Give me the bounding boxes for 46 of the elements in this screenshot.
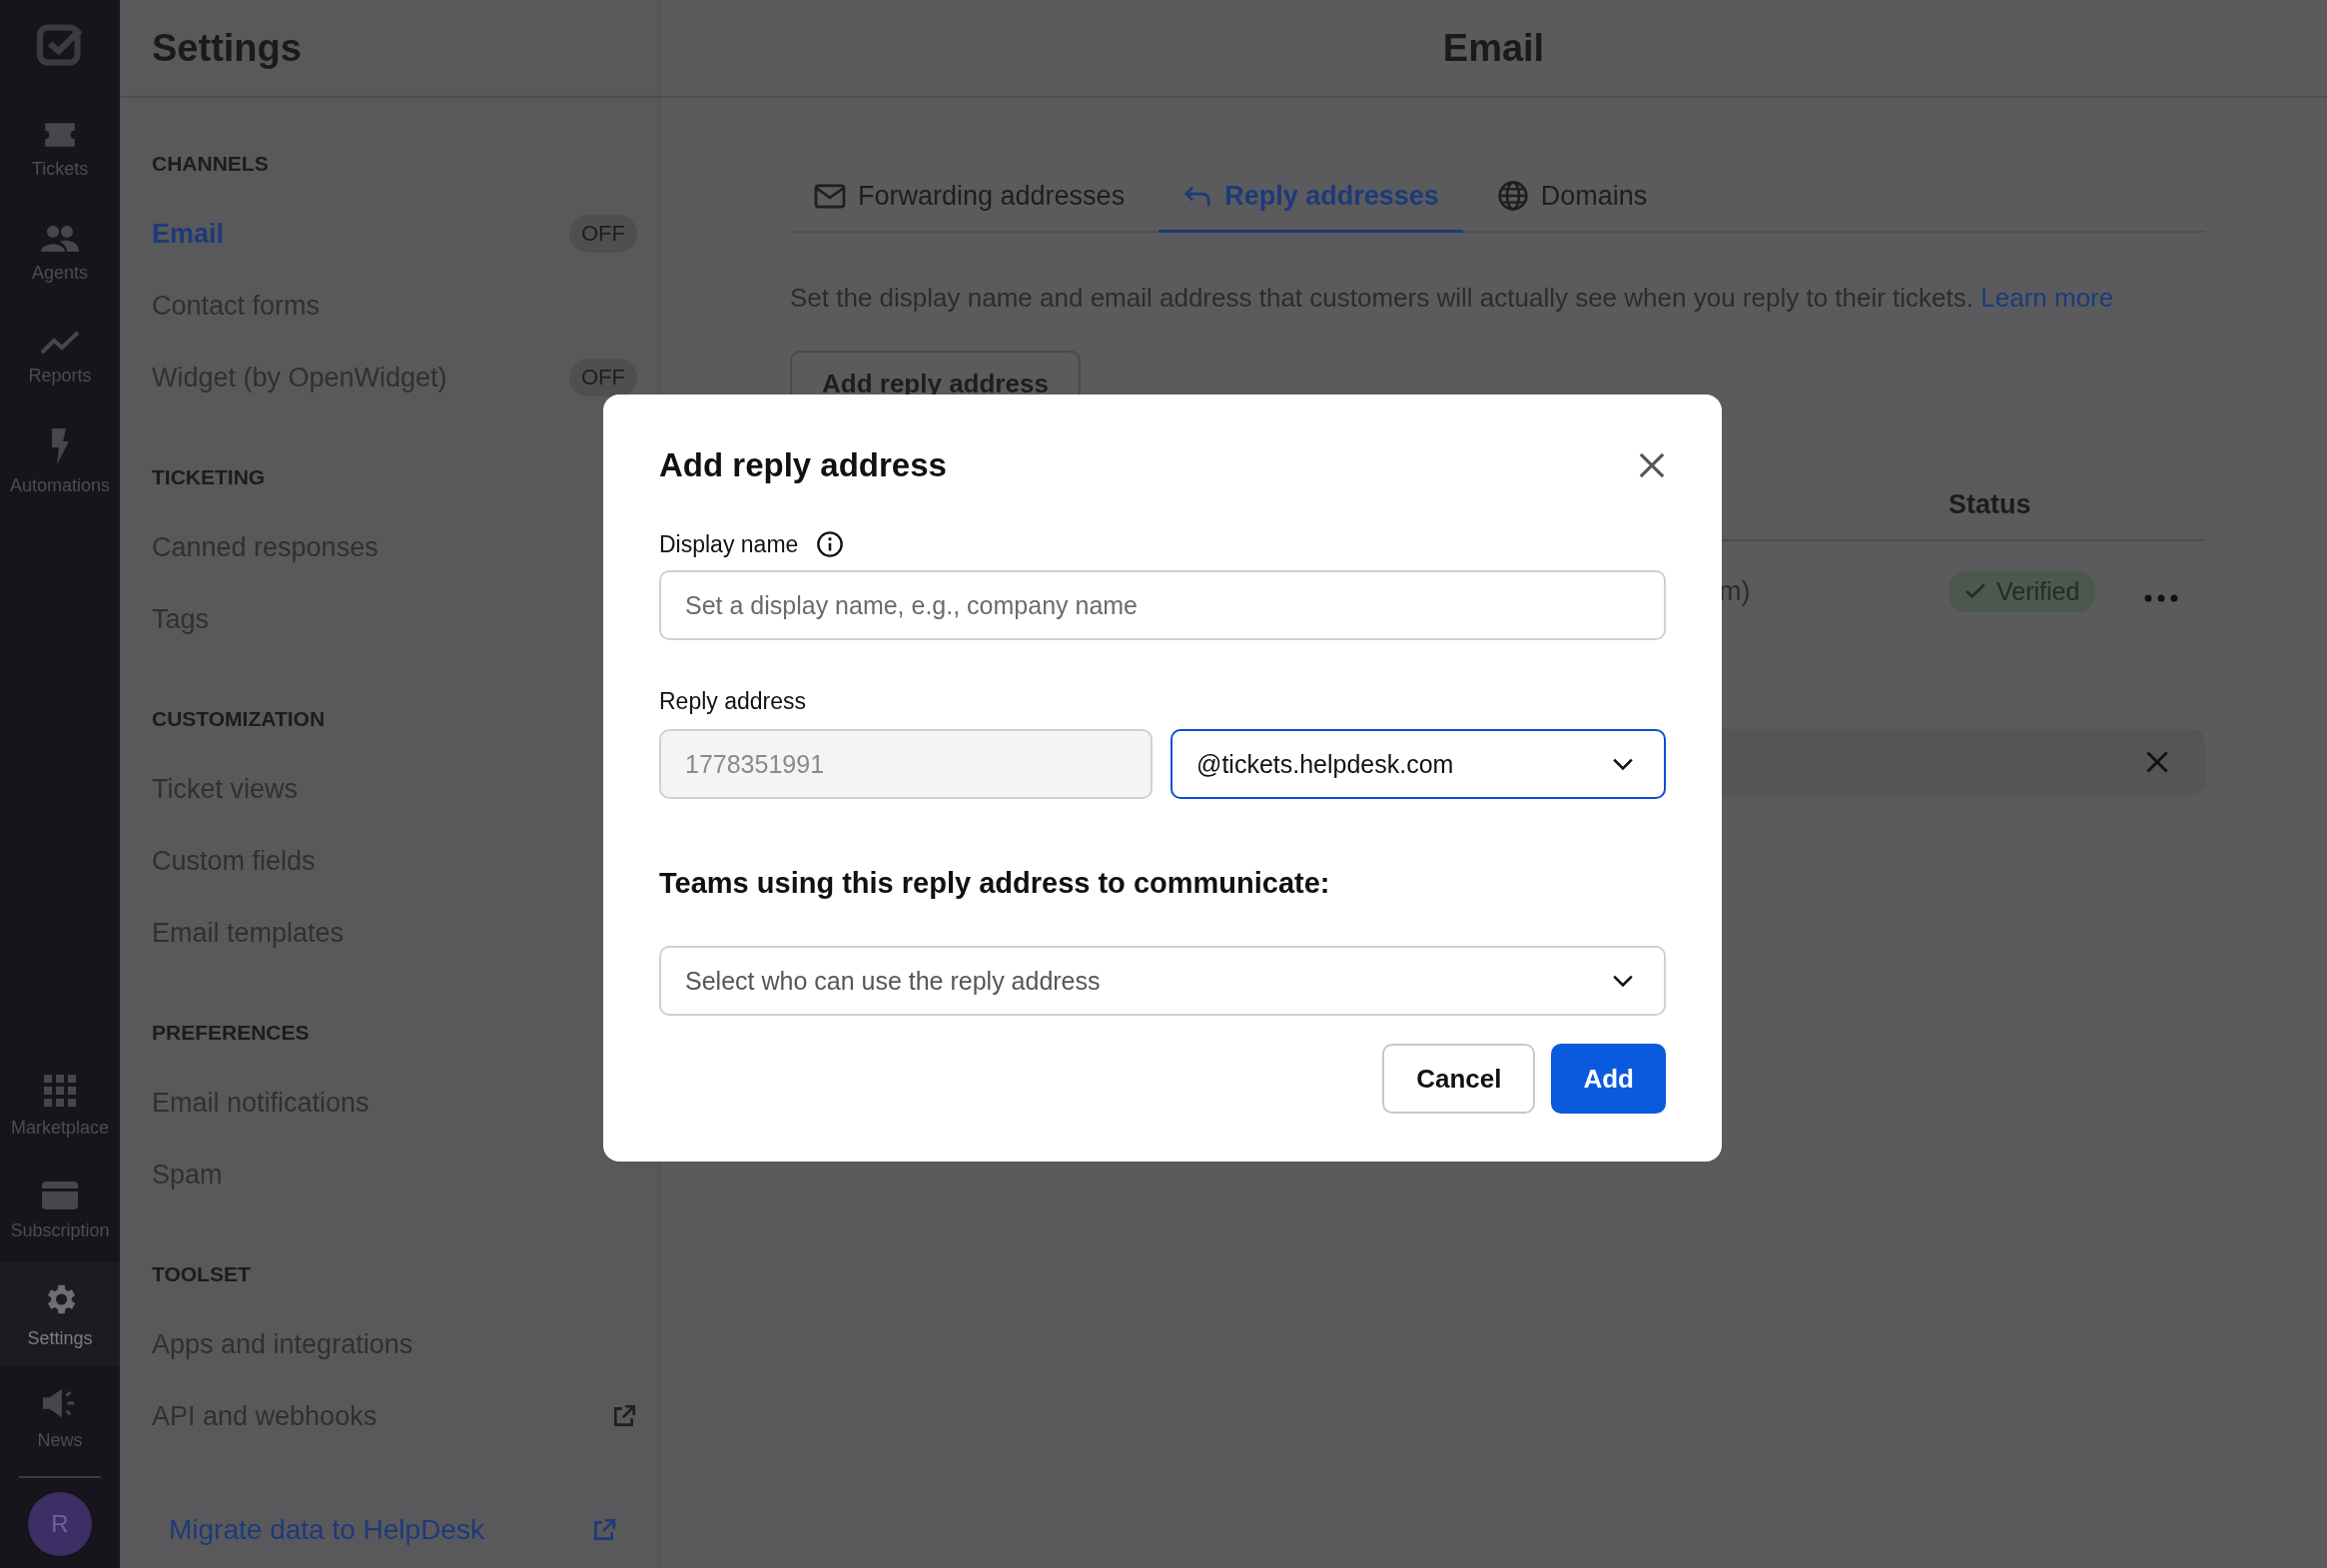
people-icon	[40, 224, 80, 253]
page-title: Email	[1442, 26, 1545, 70]
nav-item[interactable]: Subscription	[0, 1159, 120, 1262]
add-button[interactable]: Add	[1551, 1044, 1666, 1114]
tab[interactable]: Reply addresses	[1159, 168, 1463, 233]
section-heading: PREFERENCES	[152, 1020, 311, 1046]
learn-more-link[interactable]: Learn more	[1980, 283, 2114, 313]
trend-line-icon	[40, 329, 80, 356]
nav-item[interactable]: Reports	[0, 306, 120, 409]
sidebar-title: Settings	[152, 26, 302, 70]
lightning-icon	[49, 426, 71, 465]
globe-icon	[1496, 180, 1529, 212]
dialog-title: Add reply address	[659, 446, 947, 484]
cancel-button[interactable]: Cancel	[1382, 1044, 1536, 1114]
nav-item[interactable]: Settings	[0, 1262, 120, 1366]
sidebar-item[interactable]: Email	[152, 218, 225, 250]
domain-dropdown[interactable]: @tickets.helpdesk.com	[1170, 729, 1666, 799]
close-icon[interactable]	[1638, 451, 1666, 479]
section-heading: Teams using this reply address to communicate:	[659, 867, 1331, 900]
more-options-icon[interactable]	[2144, 594, 2179, 602]
envelope-icon	[814, 182, 846, 210]
nav-item[interactable]: Tickets	[0, 98, 120, 202]
section-heading: CHANNELS	[152, 151, 270, 177]
section-heading: TOOLSET	[152, 1261, 252, 1287]
nav-item[interactable]: Automations	[0, 409, 120, 513]
card-icon	[41, 1179, 79, 1210]
user-avatar[interactable]: R	[28, 1492, 92, 1556]
grid-icon	[43, 1075, 77, 1108]
nav-item[interactable]: News	[0, 1366, 120, 1470]
field-label: Reply address	[659, 688, 808, 715]
section-heading: CUSTOMIZATION	[152, 706, 327, 732]
nav-item[interactable]: Agents	[0, 202, 120, 306]
chevron-down-icon	[1612, 757, 1634, 771]
external-link-icon	[591, 1517, 617, 1543]
section-heading: TICKETING	[152, 464, 267, 490]
column-header: Status	[1948, 488, 2031, 520]
nav-item[interactable]: Marketplace	[0, 1055, 120, 1159]
tab[interactable]: Forwarding addresses	[790, 168, 1150, 233]
migrate-link[interactable]: Migrate data to HelpDesk	[169, 1514, 484, 1546]
tab[interactable]: Domains	[1472, 168, 1672, 233]
field-label: Display name	[659, 530, 799, 558]
info-icon[interactable]	[816, 530, 845, 558]
teams-dropdown[interactable]: Select who can use the reply address	[659, 946, 1666, 1016]
ticket-icon	[42, 120, 78, 149]
chevron-down-icon	[1612, 974, 1634, 988]
display-name-field[interactable]: Set a display name, e.g., company name	[659, 570, 1666, 640]
